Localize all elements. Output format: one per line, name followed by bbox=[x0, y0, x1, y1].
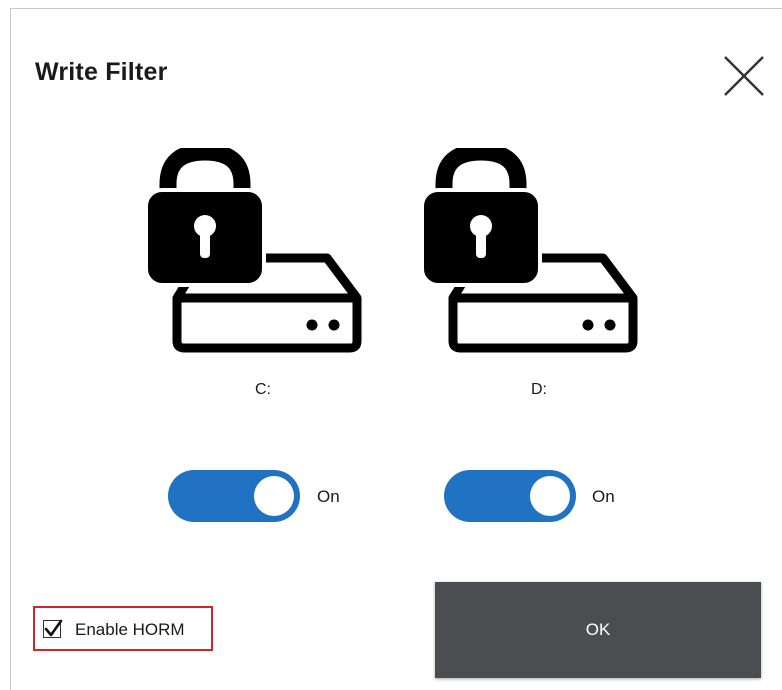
dialog-title: Write Filter bbox=[35, 58, 168, 86]
dialog-border-left bbox=[10, 8, 11, 690]
drive-c-panel bbox=[142, 148, 372, 368]
toggle-knob bbox=[254, 476, 294, 516]
drive-d-panel bbox=[418, 148, 648, 368]
ok-button[interactable]: OK bbox=[435, 582, 761, 678]
dialog-border-top bbox=[10, 8, 782, 9]
enable-horm-highlight: Enable HORM bbox=[33, 606, 213, 651]
drive-c-label: C: bbox=[255, 381, 271, 398]
drive-d-toggle-state: On bbox=[592, 487, 615, 506]
drive-d-label: D: bbox=[531, 381, 547, 398]
drive-c-toggle-state: On bbox=[317, 487, 340, 506]
close-icon bbox=[724, 56, 764, 96]
locked-drive-icon bbox=[420, 148, 638, 353]
toggle-knob bbox=[530, 476, 570, 516]
checkmark-icon bbox=[44, 619, 63, 637]
close-button[interactable] bbox=[722, 54, 766, 98]
drive-c-toggle[interactable] bbox=[168, 470, 300, 522]
enable-horm-label[interactable]: Enable HORM bbox=[75, 620, 185, 640]
write-filter-dialog: Write Filter C: D: On On Enable HORM OK bbox=[0, 0, 782, 690]
enable-horm-checkbox[interactable] bbox=[43, 619, 63, 638]
drive-d-toggle[interactable] bbox=[444, 470, 576, 522]
locked-drive-icon bbox=[144, 148, 362, 353]
